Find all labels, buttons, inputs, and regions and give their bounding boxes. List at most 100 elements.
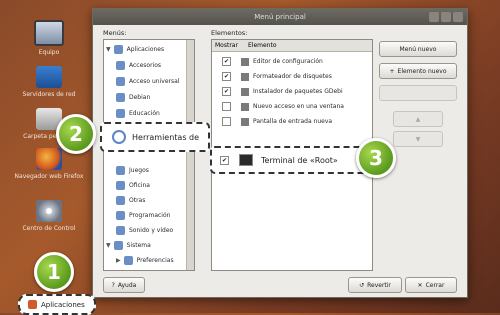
arrow-up-icon: ▲ [415, 115, 421, 123]
control-center-icon [36, 200, 62, 222]
preferences-icon [123, 255, 133, 265]
callout-highlight-menu[interactable]: Herramientas de [100, 122, 210, 152]
tree-item-label: Accesorios [129, 61, 162, 69]
other-icon [116, 195, 125, 205]
education-icon [116, 108, 125, 118]
element-row[interactable]: Pantalla de entrada nueva [212, 115, 332, 128]
tree-item-educacion[interactable]: Educación [116, 106, 160, 120]
callout-highlight-element[interactable]: ✔ Terminal de «Root» [210, 146, 368, 174]
tree-item-oficina[interactable]: Oficina [116, 178, 150, 192]
tree-item-label: Sistema [126, 241, 151, 249]
close-label: Cerrar [425, 281, 445, 289]
tree-item-accesorios[interactable]: Accesorios [116, 58, 161, 72]
new-separator-button[interactable] [379, 85, 457, 101]
revert-label: Revertir [367, 281, 391, 289]
expander-right-icon[interactable]: ▶ [116, 257, 121, 264]
menus-scrollbar[interactable] [186, 40, 194, 270]
tree-item-otras[interactable]: Otras [116, 193, 145, 207]
tree-item-debian[interactable]: Debian [116, 90, 150, 104]
tree-item-label: Educación [129, 109, 160, 117]
column-element[interactable]: Elemento [245, 42, 277, 49]
show-checkbox[interactable] [222, 102, 231, 111]
games-icon [116, 165, 125, 175]
highlight-element-label: Terminal de «Root» [261, 155, 338, 165]
firefox-icon [36, 148, 62, 170]
tree-item-juegos[interactable]: Juegos [116, 163, 149, 177]
tree-item-sistema[interactable]: ▼ Sistema [106, 238, 151, 252]
new-element-button[interactable]: + Elemento nuevo [379, 63, 457, 79]
help-icon: ? [111, 281, 115, 289]
show-checkbox[interactable]: ✔ [222, 57, 231, 66]
elements-label: Elementos: [211, 29, 248, 37]
applications-menu-label: Aplicaciones [41, 300, 85, 309]
tree-item-label: Aplicaciones [126, 45, 165, 53]
show-checkbox[interactable]: ✔ [222, 87, 231, 96]
debian-icon [116, 92, 125, 102]
tree-item-sonido-video[interactable]: Sonido y vídeo [116, 223, 173, 237]
show-checkbox[interactable]: ✔ [222, 72, 231, 81]
office-icon [116, 180, 125, 190]
sound-video-icon [116, 225, 125, 235]
tree-item-programacion[interactable]: Programación [116, 208, 170, 222]
window-icon [241, 102, 249, 111]
step-badge-3: 3 [356, 138, 396, 178]
expander-down-icon[interactable]: ▼ [106, 242, 111, 249]
computer-icon [34, 20, 64, 46]
applications-menu-icon [28, 300, 37, 309]
show-checkbox[interactable] [222, 117, 231, 126]
help-button[interactable]: ? Ayuda [103, 277, 145, 293]
tree-item-label: Programación [129, 211, 171, 219]
desktop-icon-label: Servidores de red [22, 91, 76, 98]
move-up-button[interactable]: ▲ [393, 111, 443, 127]
desktop-icon-network[interactable]: Servidores de red [14, 66, 84, 99]
tree-item-label: Sonido y vídeo [129, 226, 174, 234]
element-label: Instalador de paquetes GDebi [253, 88, 343, 95]
close-button[interactable]: ✕ Cerrar [405, 277, 457, 293]
element-row[interactable]: ✔ Editor de configuración [212, 55, 323, 68]
network-icon [36, 66, 62, 88]
new-menu-button[interactable]: Menú nuevo [379, 41, 457, 57]
window-titlebar[interactable]: Menú principal [93, 9, 467, 25]
maximize-icon[interactable] [441, 12, 451, 22]
move-down-button[interactable]: ▼ [393, 131, 443, 147]
new-menu-label: Menú nuevo [399, 45, 437, 53]
floppy-icon [241, 72, 249, 81]
tree-item-preferencias[interactable]: ▶ Preferencias [116, 253, 174, 267]
element-row[interactable]: ✔ Formateador de disquetes [212, 70, 332, 83]
close-x-icon: ✕ [417, 281, 423, 289]
step-badge-1: 1 [34, 252, 74, 292]
desktop-icon-label: Navegador web Firefox [14, 173, 84, 180]
system-icon [113, 240, 123, 250]
close-icon[interactable] [453, 12, 463, 22]
revert-icon: ↺ [359, 281, 365, 289]
terminal-icon [239, 154, 253, 166]
new-element-label: Elemento nuevo [397, 67, 447, 75]
tree-item-label: Juegos [129, 166, 149, 174]
window-title: Menú principal [254, 13, 306, 21]
element-row[interactable]: ✔ Instalador de paquetes GDebi [212, 85, 343, 98]
minimize-icon[interactable] [429, 12, 439, 22]
package-installer-icon [241, 87, 249, 96]
step-badge-2: 2 [56, 114, 96, 154]
applications-icon [113, 44, 123, 54]
element-row[interactable]: Nuevo acceso en una ventana [212, 100, 344, 113]
programming-icon [116, 210, 125, 220]
revert-button[interactable]: ↺ Revertir [348, 277, 402, 293]
tree-item-acceso-universal[interactable]: Acceso universal [116, 74, 179, 88]
help-label: Ayuda [117, 281, 137, 289]
applications-menu-button[interactable]: Aplicaciones [18, 294, 96, 315]
tools-icon [112, 130, 126, 144]
arrow-down-icon: ▼ [415, 135, 421, 143]
tree-item-aplicaciones[interactable]: ▼ Aplicaciones [106, 42, 164, 56]
column-show[interactable]: Mostrar [212, 42, 245, 49]
expander-down-icon[interactable]: ▼ [106, 46, 111, 53]
element-label: Editor de configuración [253, 58, 323, 65]
tree-item-label: Preferencias [136, 256, 174, 264]
desktop-icon-control-center[interactable]: Centro de Control [14, 200, 84, 233]
tree-item-label: Otras [129, 196, 146, 204]
menus-tree[interactable]: ▼ Aplicaciones Accesorios Acceso universa… [103, 39, 195, 271]
highlight-menu-label: Herramientas de [132, 132, 200, 142]
desktop-icon-computer[interactable]: Equipo [14, 20, 84, 57]
show-checkbox[interactable]: ✔ [220, 155, 229, 165]
accessibility-icon [116, 76, 125, 86]
